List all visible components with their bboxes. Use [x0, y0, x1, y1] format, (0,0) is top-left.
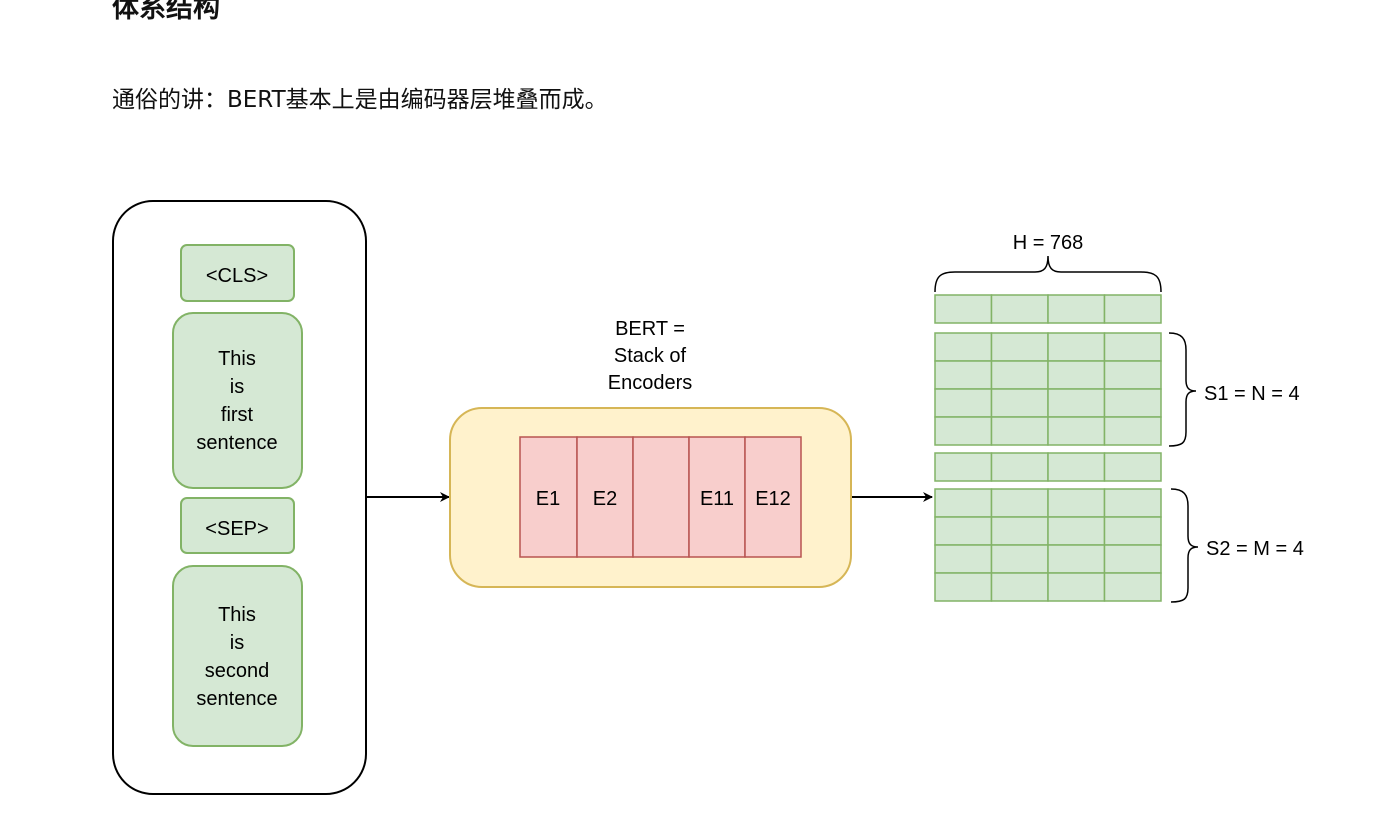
encoder-label: E12: [755, 488, 791, 510]
s1-token-cell: [1103, 332, 1162, 362]
bert-block: BERT = Stack of Encoders E1 E2 E11 E12: [449, 318, 852, 588]
sep-vector-cell: [1103, 452, 1162, 482]
s1-token-cell: [1047, 388, 1106, 418]
s2-token-cell: [1103, 488, 1162, 518]
bert-caption-line: BERT =: [615, 318, 685, 340]
encoder-label: E1: [536, 488, 560, 510]
s1-brace: [1168, 332, 1197, 447]
hidden-size-label: H = 768: [1013, 232, 1084, 254]
sentence1-box: [172, 312, 303, 489]
cls-vector-cell: [1103, 294, 1162, 324]
sep-output-vector: [934, 452, 1162, 482]
s1-token-cell: [1047, 360, 1106, 390]
encoder-label: E2: [593, 488, 617, 510]
s1-token-cell: [1047, 332, 1106, 362]
s2-token-cell: [990, 488, 1049, 518]
s2-token-cell: [990, 572, 1049, 602]
s1-token-cell: [1103, 360, 1162, 390]
s1-token-cell: [990, 360, 1049, 390]
s2-token-cell: [1047, 544, 1106, 574]
sep-vector-cell: [1047, 452, 1106, 482]
bert-caption-line: Encoders: [608, 372, 693, 394]
cls-token-label: <CLS>: [206, 265, 268, 287]
s2-token-cell: [934, 516, 993, 546]
s1-token-cell: [1047, 416, 1106, 446]
sep-vector-cell: [934, 452, 993, 482]
s2-brace: [1170, 488, 1199, 603]
s1-token-cell: [990, 332, 1049, 362]
s2-token-cell: [934, 572, 993, 602]
s2-token-cell: [934, 544, 993, 574]
sentence2-output-matrix: [934, 488, 1162, 602]
s1-token-cell: [990, 416, 1049, 446]
s1-token-cell: [1103, 388, 1162, 418]
s2-token-cell: [990, 544, 1049, 574]
s1-token-cell: [990, 388, 1049, 418]
sentence1-line: is: [230, 376, 244, 398]
s2-size-label: S2 = M = 4: [1206, 538, 1304, 560]
s1-token-cell: [934, 416, 993, 446]
s1-token-cell: [1103, 416, 1162, 446]
sentence1-line: sentence: [196, 432, 277, 454]
s2-token-cell: [1103, 516, 1162, 546]
s1-token-cell: [934, 332, 993, 362]
s1-size-label: S1 = N = 4: [1204, 383, 1300, 405]
input-sequence-panel: <CLS> This is first sentence <SEP> This …: [112, 200, 367, 795]
cls-output-vector: [934, 294, 1162, 324]
s2-token-cell: [934, 488, 993, 518]
s1-token-cell: [934, 388, 993, 418]
encoder-middle: [632, 436, 690, 558]
sentence2-box: [172, 565, 303, 747]
sentence2-line: This: [218, 604, 256, 626]
s1-token-cell: [934, 360, 993, 390]
sentence1-line: first: [221, 404, 254, 426]
sentence1-output-matrix: [934, 332, 1162, 446]
s2-token-cell: [1103, 572, 1162, 602]
bert-architecture-diagram: <CLS> This is first sentence <SEP> This …: [112, 200, 1304, 795]
cls-vector-cell: [1047, 294, 1106, 324]
sentence1-line: This: [218, 348, 256, 370]
sep-token-label: <SEP>: [205, 518, 268, 540]
cls-vector-cell: [990, 294, 1049, 324]
s2-token-cell: [990, 516, 1049, 546]
sentence2-line: sentence: [196, 688, 277, 710]
cls-vector-cell: [934, 294, 993, 324]
s2-token-cell: [1047, 516, 1106, 546]
hidden-size-brace: [934, 255, 1162, 293]
bert-caption-line: Stack of: [614, 345, 687, 367]
sentence2-line: is: [230, 632, 244, 654]
output-embeddings: H = 768 S1 = N = 4 S2 = M = 4: [934, 232, 1304, 603]
sentence2-line: second: [205, 660, 270, 682]
sep-vector-cell: [990, 452, 1049, 482]
s2-token-cell: [1103, 544, 1162, 574]
encoder-label: E11: [700, 488, 734, 510]
s2-token-cell: [1047, 488, 1106, 518]
s2-token-cell: [1047, 572, 1106, 602]
